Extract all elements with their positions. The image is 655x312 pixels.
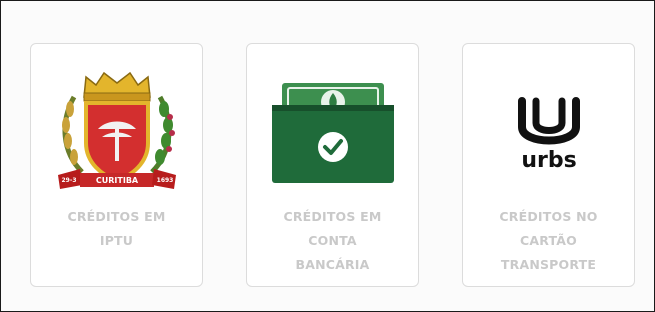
wallet-check-icon xyxy=(247,62,418,202)
label-line: CRÉDITOS EM xyxy=(283,209,382,224)
urbs-logo-text: urbs xyxy=(521,148,576,173)
card-creditos-cartao-transporte[interactable]: urbs CRÉDITOS NO CARTÃO TRANSPORTE xyxy=(462,43,635,287)
label-line: BANCÁRIA xyxy=(295,257,370,272)
label-line: CRÉDITOS NO xyxy=(499,209,598,224)
card-label: CRÉDITOS NO CARTÃO TRANSPORTE xyxy=(469,205,628,277)
label-line: CARTÃO xyxy=(520,233,577,248)
ribbon-center-text: CURITIBA xyxy=(95,176,138,185)
ribbon-left-text: 29-3 xyxy=(61,177,76,184)
card-creditos-iptu[interactable]: 29-3 CURITIBA 1693 CRÉDITOS EM IPTU xyxy=(30,43,203,287)
card-label: CRÉDITOS EM CONTA BANCÁRIA xyxy=(253,205,412,277)
label-line: TRANSPORTE xyxy=(500,257,597,272)
options-panel: 29-3 CURITIBA 1693 CRÉDITOS EM IPTU CRÉD… xyxy=(0,0,655,312)
ribbon-right-text: 1693 xyxy=(156,177,173,184)
card-label: CRÉDITOS EM IPTU xyxy=(37,205,196,253)
label-line: CONTA xyxy=(308,233,357,248)
card-creditos-conta-bancaria[interactable]: CRÉDITOS EM CONTA BANCÁRIA xyxy=(246,43,419,287)
label-line: CRÉDITOS EM xyxy=(67,209,166,224)
curitiba-coat-of-arms-icon: 29-3 CURITIBA 1693 xyxy=(31,62,202,202)
label-line: IPTU xyxy=(99,233,134,248)
urbs-logo-icon: urbs xyxy=(463,62,634,202)
